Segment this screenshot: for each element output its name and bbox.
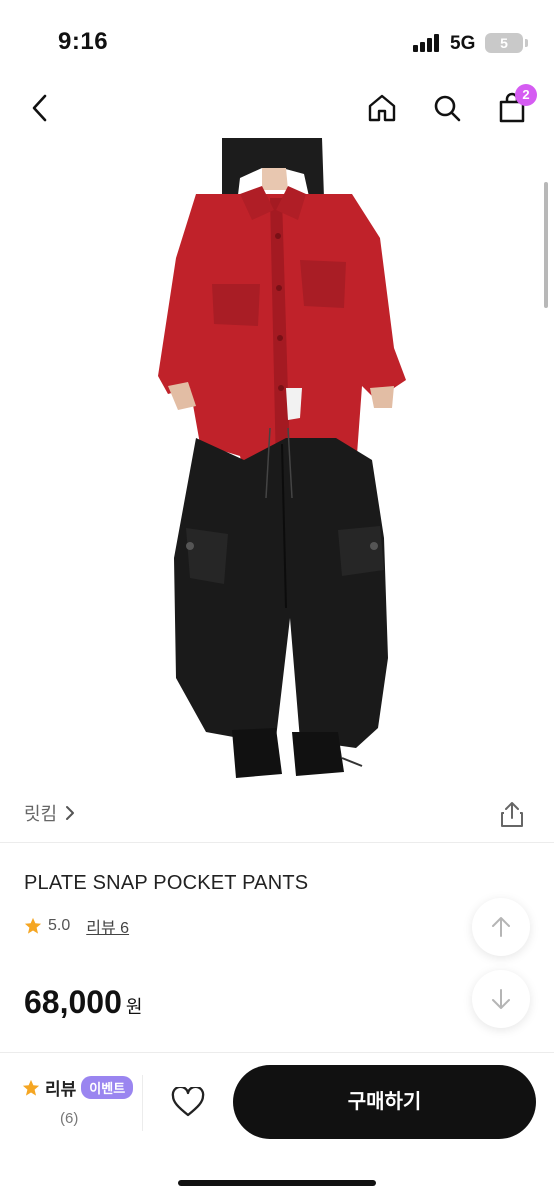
divider [0,842,554,843]
share-button[interactable] [494,796,530,832]
chevron-left-icon [32,94,47,122]
review-count: (6) [60,1110,79,1127]
status-time: 9:16 [58,28,109,55]
event-badge: 이벤트 [81,1076,134,1099]
chevron-right-icon [66,806,75,820]
back-button[interactable] [18,86,62,130]
review-line: 리뷰 이벤트 [22,1075,140,1100]
brand-name: 릿킴 [24,804,58,824]
brand-row: 릿킴 [0,792,554,836]
rating-row: 5.0 리뷰 6 [24,914,129,938]
star-icon [24,917,42,934]
search-icon [434,95,461,122]
battery-level: 5 [500,35,508,51]
review-label: 리뷰 [45,1080,77,1099]
cart-count-badge: 2 [515,84,537,106]
review-summary[interactable]: 리뷰 이벤트 (6) [22,1075,140,1127]
arrow-up-icon [492,917,510,937]
battery-charging-icon: 5 [485,33,523,53]
signal-bars-icon [413,34,443,52]
network-type: 5G [450,33,476,54]
status-bar: 9:16 5G 5 [0,0,554,80]
scroll-up-button[interactable] [472,898,530,956]
arrow-down-icon [492,989,510,1009]
share-icon [501,802,523,827]
search-button[interactable] [425,86,469,130]
price-unit: 원 [125,997,143,1017]
battery-nub [525,39,528,47]
star-icon [22,1079,40,1096]
price: 68,000 원 [24,984,142,1021]
scroll-down-button[interactable] [472,970,530,1028]
scroll-indicator[interactable] [544,182,548,308]
rating-value: 5.0 [48,917,71,934]
home-button[interactable] [360,86,404,130]
bottom-action-bar: 리뷰 이벤트 (6) 구매하기 [0,1052,554,1200]
model-illustration [158,138,406,778]
like-button[interactable] [165,1079,211,1125]
review-link[interactable]: 리뷰 6 [86,914,129,938]
home-indicator[interactable] [178,1180,376,1186]
product-title: PLATE SNAP POCKET PANTS [24,872,309,894]
buy-button[interactable]: 구매하기 [233,1065,536,1139]
separator [142,1075,143,1131]
top-nav [0,80,554,136]
heart-icon [171,1087,205,1117]
home-icon [368,94,396,122]
price-value: 68,000 [24,984,122,1020]
brand-link[interactable]: 릿킴 [24,800,75,826]
product-image[interactable] [0,138,554,783]
